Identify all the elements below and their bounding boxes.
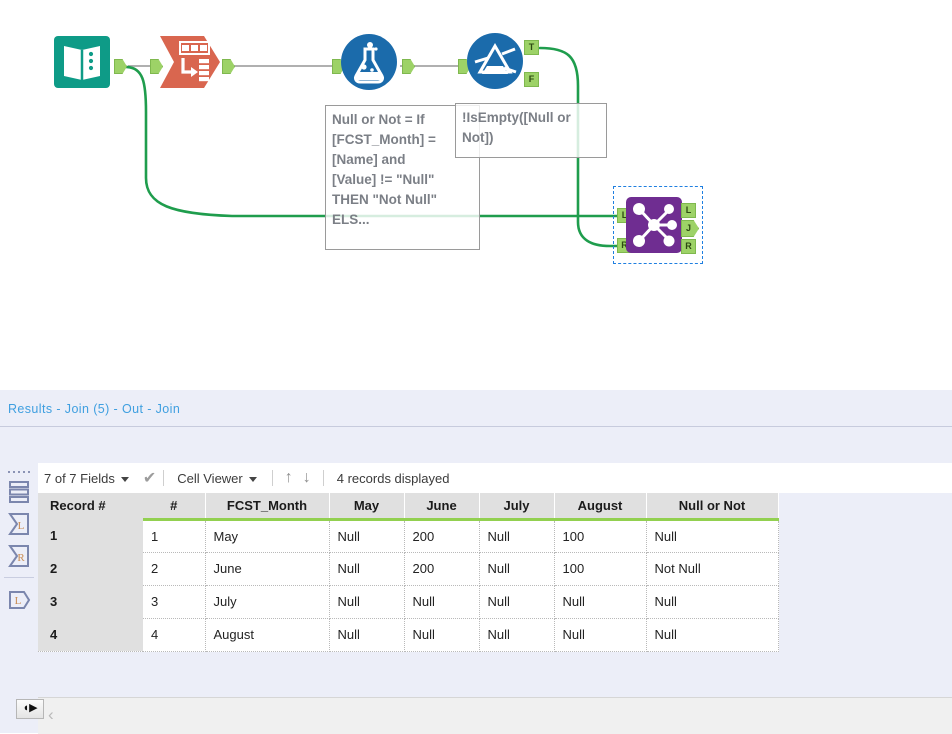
filter-funnel-icon [466,32,524,90]
cell-null-or-not[interactable]: Null [646,618,778,651]
tool-transpose[interactable] [158,32,220,92]
cell-august[interactable]: Null [554,585,646,618]
tool-join[interactable] [625,196,683,254]
cell-may[interactable]: Null [329,618,404,651]
tool-filter[interactable] [466,32,524,90]
results-title: Results - Join (5) - Out - Join [8,402,180,416]
stacked-rows-icon[interactable] [7,479,31,505]
tool-input-data[interactable] [52,32,112,92]
column-header-null-or-not[interactable]: Null or Not [646,493,778,519]
column-header-july[interactable]: July [479,493,554,519]
row-record-number: 4 [38,618,143,651]
column-header-august[interactable]: August [554,493,646,519]
table-row[interactable]: 3 3 July Null Null Null Null Null [38,585,778,618]
cell-viewer-label: Cell Viewer [177,471,243,486]
chevron-left-icon[interactable]: ‹ [48,705,54,725]
book-icon [52,32,112,92]
join-nodes-icon [625,196,683,254]
cell-august[interactable]: 100 [554,552,646,585]
horizontal-scrollbar[interactable]: ‹ [38,697,952,734]
output-left-icon[interactable]: L [7,587,31,613]
cell-june[interactable]: Null [404,618,479,651]
fields-selector[interactable]: 7 of 7 Fields [38,471,137,486]
table-row[interactable]: 4 4 August Null Null Null Null Null [38,618,778,651]
row-record-number: 3 [38,585,143,618]
results-panel: Results - Join (5) - Out - Join L [0,390,952,696]
tool-formula[interactable] [340,33,398,91]
column-header-fcst-month[interactable]: FCST_Month [205,493,329,519]
records-displayed-label: 4 records displayed [331,471,456,486]
cell-august[interactable]: Null [554,618,646,651]
column-header-june[interactable]: June [404,493,479,519]
sigma-right-icon[interactable]: R [7,543,31,569]
toolbar-divider [323,470,324,486]
sigma-left-icon[interactable]: L [7,511,31,537]
rail-divider [4,577,34,578]
cell-viewer-selector[interactable]: Cell Viewer [171,471,265,486]
svg-text:L: L [15,595,22,607]
table-row[interactable]: 2 2 June Null 200 Null 100 Not Null [38,552,778,585]
fields-label: 7 of 7 Fields [44,471,115,486]
cell-july[interactable]: Null [479,519,554,552]
cell-may[interactable]: Null [329,585,404,618]
column-header-may[interactable]: May [329,493,404,519]
toolbar-divider [163,470,164,486]
row-record-number: 1 [38,519,143,552]
flask-icon [340,33,398,91]
cell-june[interactable]: Null [404,585,479,618]
anchor-out-filter-true[interactable]: T [524,40,539,55]
drag-dots-icon[interactable] [8,469,30,475]
anchor-out-filter-false[interactable]: F [524,72,539,87]
cell-fcst-month[interactable]: May [205,519,329,552]
cell-june[interactable]: 200 [404,519,479,552]
svg-text:R: R [17,552,25,564]
results-body: L R L 7 of 7 Fields ✔ [0,426,952,661]
scroll-up-button[interactable]: ↑ [280,469,298,487]
cell-num[interactable]: 2 [143,552,205,585]
cell-num[interactable]: 4 [143,618,205,651]
cell-june[interactable]: 200 [404,552,479,585]
cell-null-or-not[interactable]: Null [646,519,778,552]
table-header-row: Record # # FCST_Month May June July Augu… [38,493,778,519]
grid-toolbar: 7 of 7 Fields ✔ Cell Viewer ↑ ↓ 4 record… [38,463,952,493]
expand-panel-button[interactable]: ◖▶ [16,699,44,719]
anchor-out-join-left[interactable]: L [681,203,696,218]
column-header-record[interactable]: Record # [38,493,143,519]
cell-fcst-month[interactable]: July [205,585,329,618]
column-header-num[interactable]: # [143,493,205,519]
workflow-canvas[interactable]: T F L R L J R Null or Not = If [FCST_Mon… [0,0,952,390]
scroll-down-button[interactable]: ↓ [298,469,316,487]
chevron-down-icon[interactable] [121,477,129,482]
cell-july[interactable]: Null [479,618,554,651]
toolbar-divider [272,470,273,486]
cell-null-or-not[interactable]: Null [646,585,778,618]
cell-num[interactable]: 1 [143,519,205,552]
cell-num[interactable]: 3 [143,585,205,618]
anchor-out-join-right[interactable]: R [681,239,696,254]
svg-text:L: L [18,520,25,532]
results-table: Record # # FCST_Month May June July Augu… [38,493,779,652]
cell-may[interactable]: Null [329,552,404,585]
row-record-number: 2 [38,552,143,585]
cell-may[interactable]: Null [329,519,404,552]
cell-fcst-month[interactable]: August [205,618,329,651]
results-icon-rail: L R L [0,463,38,697]
cell-july[interactable]: Null [479,585,554,618]
check-icon[interactable]: ✔ [143,468,156,488]
results-grid-container[interactable]: Record # # FCST_Month May June July Augu… [38,493,952,697]
cell-null-or-not[interactable]: Not Null [646,552,778,585]
transpose-icon [158,32,220,92]
annotation-filter[interactable]: !IsEmpty([Null or Not]) [455,103,607,158]
cell-fcst-month[interactable]: June [205,552,329,585]
cell-august[interactable]: 100 [554,519,646,552]
chevron-down-icon[interactable] [249,477,257,482]
cell-july[interactable]: Null [479,552,554,585]
table-row[interactable]: 1 1 May Null 200 Null 100 Null [38,519,778,552]
